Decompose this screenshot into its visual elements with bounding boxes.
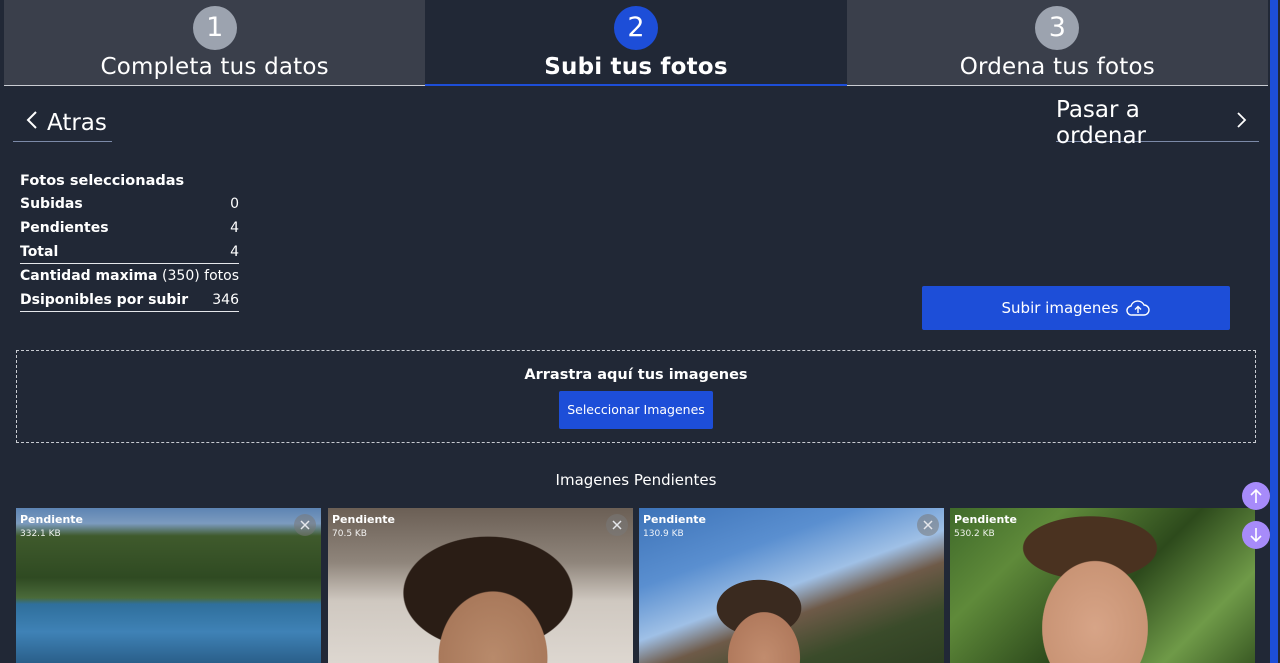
step-label: Ordena tus fotos (959, 54, 1155, 80)
back-label: Atras (47, 109, 107, 136)
step-number: 3 (1035, 6, 1080, 50)
summary-row: Subidas 0 (20, 192, 239, 216)
summary-value: 346 (212, 292, 239, 308)
summary-row: Cantidad maxima (350) fotos (20, 264, 239, 288)
next-button[interactable]: Pasar a ordenar (1056, 97, 1259, 149)
next-label: Pasar a ordenar (1056, 96, 1147, 149)
step-1[interactable]: 1 Completa tus datos (4, 0, 426, 86)
thumbnail-card: Pendiente 70.5 KB (328, 508, 633, 663)
step-number: 1 (192, 6, 237, 50)
back-button[interactable]: Atras (13, 104, 112, 142)
step-label: Subi tus fotos (544, 54, 728, 80)
chevron-right-icon (1231, 110, 1251, 135)
photo-portrait (328, 508, 633, 663)
close-icon (300, 520, 310, 530)
scrollbar-thumb[interactable] (1270, 0, 1278, 663)
summary-row: Dsiponibles por subir 346 (20, 288, 239, 312)
thumbnail-status: Pendiente (954, 513, 1018, 526)
photo-lake (16, 508, 321, 663)
cloud-upload-icon (1126, 300, 1151, 316)
summary-key: Subidas (20, 196, 83, 212)
summary-row: Total 4 (20, 240, 239, 264)
thumbnail-card: Pendiente 530.2 KB (950, 508, 1255, 663)
arrow-down-icon (1250, 528, 1262, 543)
scrollbar[interactable] (1268, 0, 1280, 663)
dropzone-text: Arrastra aquí tus imagenes (524, 367, 748, 383)
pending-images-heading: Imagenes Pendientes (555, 471, 717, 489)
upload-images-button[interactable]: Subir imagenes (922, 286, 1230, 330)
thumbnail-status: Pendiente (643, 513, 707, 526)
summary-key: Pendientes (20, 220, 109, 236)
thumbnail-size: 70.5 KB (332, 529, 367, 539)
summary-value: (350) fotos (162, 268, 239, 284)
summary-key: Cantidad maxima (20, 268, 158, 284)
chevron-left-icon (17, 110, 47, 136)
arrow-up-icon (1250, 488, 1262, 503)
remove-image-button[interactable] (606, 514, 628, 536)
step-2[interactable]: 2 Subi tus fotos (425, 0, 847, 86)
select-images-button[interactable]: Seleccionar Imagenes (559, 391, 713, 429)
summary-key: Dsiponibles por subir (20, 292, 189, 308)
summary-value: 0 (230, 196, 239, 212)
photo-mountain-selfie (639, 508, 944, 663)
thumbnail-size: 530.2 KB (954, 529, 995, 539)
upload-button-label: Subir imagenes (1001, 299, 1119, 317)
thumbnail-status: Pendiente (332, 513, 396, 526)
remove-image-button[interactable] (917, 514, 939, 536)
scroll-down-button[interactable] (1242, 521, 1270, 549)
remove-image-button[interactable] (294, 514, 316, 536)
thumbnail-status: Pendiente (20, 513, 84, 526)
photo-sunglasses-selfie (950, 508, 1255, 663)
thumbnail-card: Pendiente 130.9 KB (639, 508, 944, 663)
summary-key: Total (20, 244, 59, 260)
step-3[interactable]: 3 Ordena tus fotos (846, 0, 1268, 86)
summary-row: Pendientes 4 (20, 216, 239, 240)
dropzone[interactable]: Arrastra aquí tus imagenes Seleccionar I… (16, 350, 1256, 443)
step-label: Completa tus datos (100, 54, 329, 80)
thumbnail-size: 130.9 KB (643, 529, 684, 539)
summary-value: 4 (230, 220, 239, 236)
stepper: 1 Completa tus datos 2 Subi tus fotos 3 … (4, 0, 1268, 87)
close-icon (612, 520, 622, 530)
summary-title: Fotos seleccionadas (20, 173, 185, 189)
photo-summary: Fotos seleccionadas Subidas 0 Pendientes… (20, 170, 239, 312)
thumbnail-size: 332.1 KB (20, 529, 61, 539)
close-icon (923, 520, 933, 530)
scroll-up-button[interactable] (1242, 482, 1270, 510)
step-number: 2 (613, 6, 658, 50)
thumbnail-card: Pendiente 332.1 KB (16, 508, 321, 663)
summary-value: 4 (230, 244, 239, 260)
